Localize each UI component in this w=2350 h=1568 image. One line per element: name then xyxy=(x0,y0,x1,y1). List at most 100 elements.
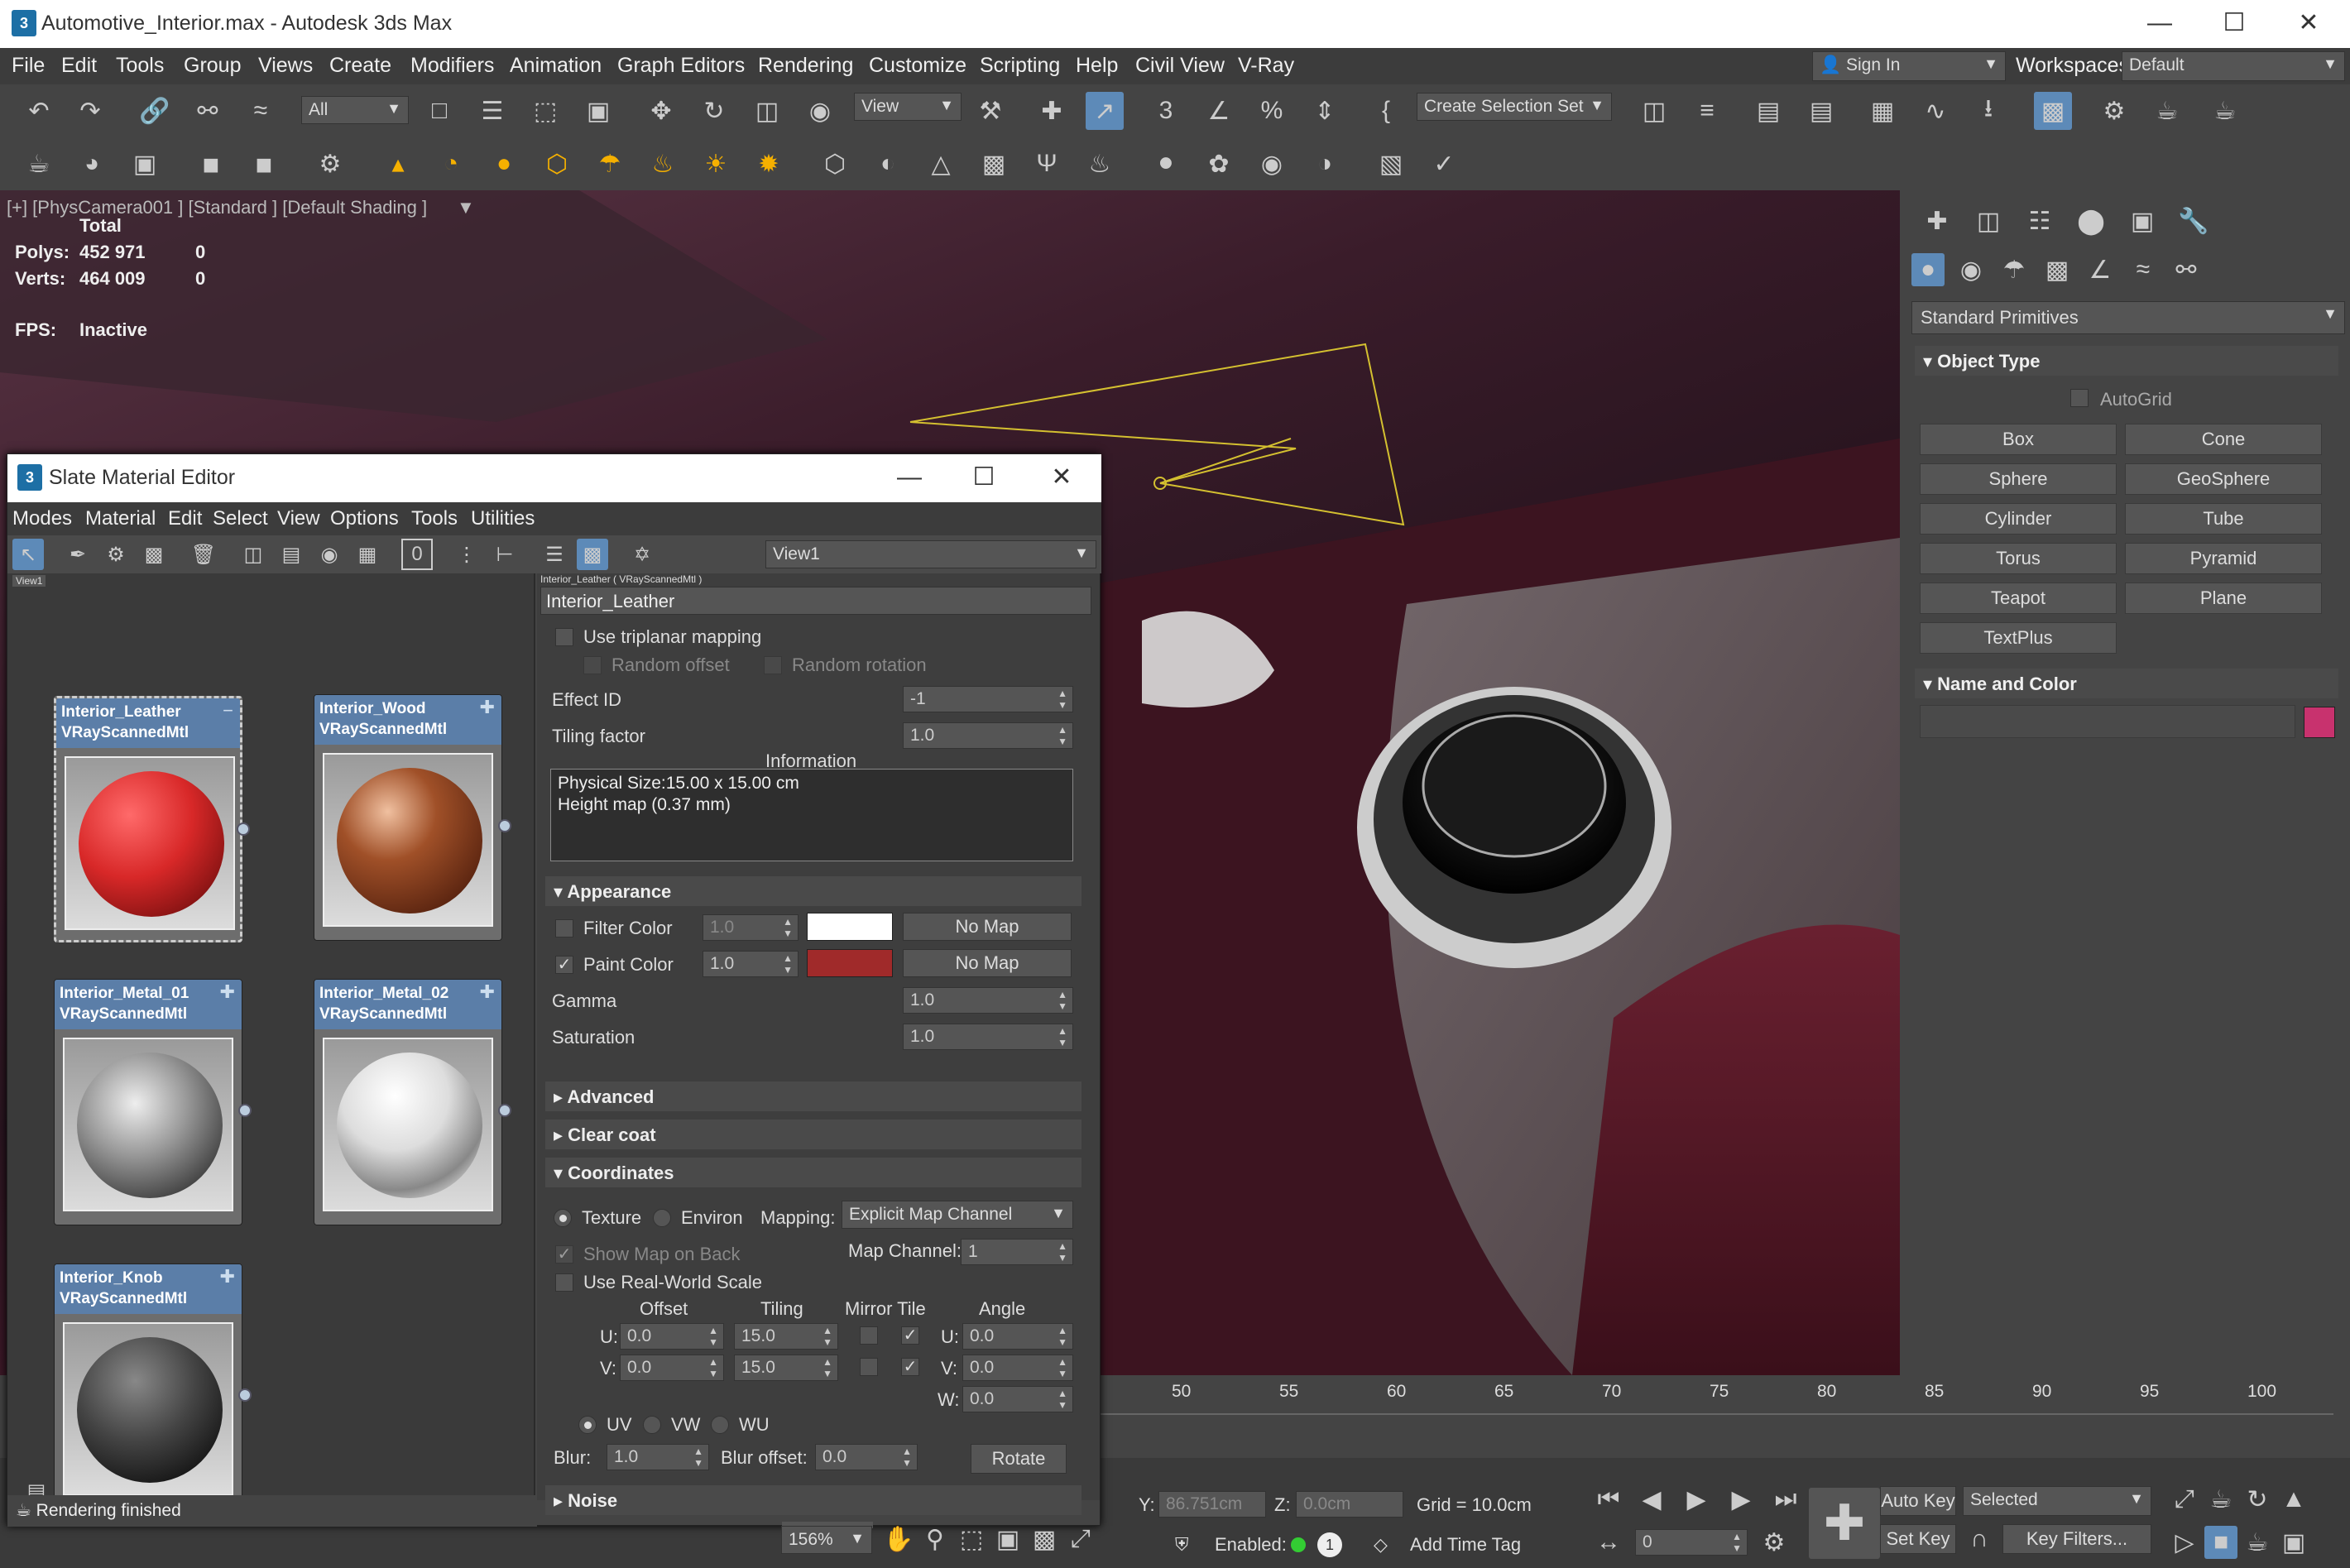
layout-children-icon[interactable]: ⊢ xyxy=(489,539,520,570)
clear-coat-rollout[interactable]: ▸ Clear coat xyxy=(545,1120,1081,1149)
material-name-field[interactable]: Interior_Leather xyxy=(540,587,1091,615)
layout-all-vertical-icon[interactable]: ⋮ xyxy=(451,539,482,570)
sme-menu-view[interactable]: View xyxy=(277,507,320,530)
spinner-snap-icon[interactable]: ⇕ xyxy=(1306,92,1344,130)
delete-icon[interactable]: 🗑 xyxy=(188,539,219,570)
vray-bake-icon[interactable]: ▧ xyxy=(1372,145,1410,183)
next-frame-icon[interactable]: ▶ xyxy=(1724,1483,1758,1516)
mapping-dropdown[interactable]: Explicit Map Channel ▼ xyxy=(842,1201,1073,1229)
z-coordinate-field[interactable]: 0.0cm xyxy=(1296,1491,1403,1518)
cameras-icon[interactable]: ▩ xyxy=(2041,253,2074,286)
shapes-icon[interactable]: ◉ xyxy=(1954,253,1988,286)
current-frame-field[interactable]: 0 ▲ ▼ xyxy=(1635,1529,1748,1556)
filter-no-map-button[interactable]: No Map xyxy=(903,913,1072,941)
show-background-icon[interactable]: ▦ xyxy=(352,539,383,570)
vray-lister-icon[interactable]: ◾ xyxy=(192,145,230,183)
random-offset-checkbox[interactable] xyxy=(583,656,602,674)
workspaces-dropdown[interactable]: Default ▼ xyxy=(2122,51,2345,81)
menu-scripting[interactable]: Scripting xyxy=(980,54,1060,78)
put-to-scene-icon[interactable]: ⚙ xyxy=(100,539,132,570)
selection-filter-dropdown[interactable]: All ▼ xyxy=(301,96,409,124)
add-time-tag-label[interactable]: Add Time Tag xyxy=(1410,1534,1521,1556)
zoom-extents-all-icon[interactable]: ▩ xyxy=(1028,1522,1061,1556)
mirror-icon[interactable]: ◫ xyxy=(1635,92,1673,130)
v-mirror-checkbox[interactable] xyxy=(860,1358,878,1376)
maximize-toggle-icon[interactable]: ▲ xyxy=(2277,1483,2310,1516)
paint-color-checkbox[interactable]: ✓ xyxy=(555,956,573,974)
pyramid-button[interactable]: Pyramid xyxy=(2125,543,2322,574)
information-textbox[interactable]: Physical Size:15.00 x 15.00 cm Height ma… xyxy=(550,769,1073,861)
sme-menu-options[interactable]: Options xyxy=(330,507,399,530)
object-name-field[interactable] xyxy=(1920,705,2295,738)
w-angle-spinner[interactable]: 0.0 ▲ ▼ xyxy=(962,1386,1073,1412)
paint-no-map-button[interactable]: No Map xyxy=(903,949,1072,977)
lights-icon[interactable]: ☂ xyxy=(1998,253,2031,286)
toggle-ribbon-icon[interactable]: ▦ xyxy=(1863,92,1902,130)
filter-color-amount[interactable]: 1.0 ▲ ▼ xyxy=(703,914,799,941)
filter-icon[interactable]: ▼ xyxy=(457,197,475,218)
percent-snap-icon[interactable]: % xyxy=(1253,92,1291,130)
menu-vray[interactable]: V-Ray xyxy=(1238,54,1294,78)
layer-explorer-icon[interactable]: ▤ xyxy=(1802,92,1840,130)
sme-menu-modes[interactable]: Modes xyxy=(12,507,72,530)
keyboard-shortcut-override-icon[interactable]: ↗ xyxy=(1086,92,1124,130)
geometry-icon[interactable]: ● xyxy=(1911,253,1945,286)
rotate-icon[interactable]: ↻ xyxy=(695,92,733,130)
scale-icon[interactable]: ◫ xyxy=(748,92,786,130)
menu-file[interactable]: File xyxy=(12,54,45,78)
assign-material-icon[interactable]: ▩ xyxy=(138,539,170,570)
map-channel-spinner[interactable]: 1 ▲ ▼ xyxy=(961,1239,1073,1265)
vray-render-icon[interactable]: ☕ xyxy=(20,145,58,183)
rendered-frame-window-icon[interactable]: ☕ xyxy=(2148,92,2186,130)
pick-material-icon[interactable]: ✒ xyxy=(62,539,94,570)
sme-menu-utilities[interactable]: Utilities xyxy=(471,507,535,530)
wu-radio[interactable] xyxy=(711,1416,729,1434)
vray-convert-scene-icon[interactable]: ◑ xyxy=(1306,145,1344,183)
play-icon[interactable]: ▶ xyxy=(1680,1483,1713,1516)
display-tab-icon[interactable]: ▣ xyxy=(2123,202,2161,240)
move-icon[interactable]: ✥ xyxy=(642,92,680,130)
angle-snap-icon[interactable]: ∠ xyxy=(1200,92,1238,130)
object-color-swatch[interactable] xyxy=(2304,707,2335,738)
sme-menu-material[interactable]: Material xyxy=(85,507,156,530)
vray-ipr-icon[interactable]: ◕ xyxy=(73,145,111,183)
menu-animation[interactable]: Animation xyxy=(510,54,602,78)
sme-minimize-button[interactable]: — xyxy=(876,459,942,497)
u-tile-checkbox[interactable]: ✓ xyxy=(901,1326,919,1345)
zoom-extents-icon[interactable]: ⤢ xyxy=(2168,1483,2201,1516)
scene-explorer-icon[interactable]: ▤ xyxy=(1749,92,1787,130)
output-port[interactable] xyxy=(238,1388,252,1402)
expand-icon[interactable]: ✚ xyxy=(220,1266,235,1287)
view-dropdown[interactable]: View1 ▼ xyxy=(765,540,1096,568)
vray-mesh-light-icon[interactable]: ⬡ xyxy=(538,145,576,183)
vray-camera-icon[interactable]: ⚙ xyxy=(311,145,349,183)
set-key-button[interactable]: Set Key xyxy=(1880,1524,1956,1554)
autogrid-checkbox[interactable] xyxy=(2070,389,2089,407)
snaps-toggle-icon[interactable]: 3 xyxy=(1147,92,1185,130)
menu-rendering[interactable]: Rendering xyxy=(758,54,853,78)
vray-ies-light-icon[interactable]: ☂ xyxy=(591,145,629,183)
utilities-tab-icon[interactable]: 🔧 xyxy=(2175,202,2213,240)
menu-customize[interactable]: Customize xyxy=(869,54,966,78)
rectangular-selection-icon[interactable]: ⬚ xyxy=(526,92,564,130)
view-tab[interactable]: View1 xyxy=(12,575,46,587)
edit-named-selection-icon[interactable]: { xyxy=(1367,92,1405,130)
go-to-start-icon[interactable]: ⏮ xyxy=(1592,1483,1625,1516)
show-map-on-back-checkbox[interactable]: ✓ xyxy=(555,1245,573,1264)
filter-color-swatch[interactable] xyxy=(807,913,893,941)
expand-icon[interactable]: ✚ xyxy=(220,981,235,1003)
set-key-big-icon[interactable]: ✚ xyxy=(1809,1488,1880,1559)
shield-icon[interactable]: ⛨ xyxy=(1175,1534,1189,1556)
menu-modifiers[interactable]: Modifiers xyxy=(410,54,494,78)
plane-button[interactable]: Plane xyxy=(2125,583,2322,614)
move-children-icon[interactable]: ◫ xyxy=(237,539,269,570)
name-and-color-rollout[interactable]: ▾ Name and Color xyxy=(1915,669,2338,698)
place-icon[interactable]: ◉ xyxy=(801,92,839,130)
orbit-icon[interactable]: ↻ xyxy=(2241,1483,2274,1516)
select-by-name-icon[interactable]: ☰ xyxy=(473,92,511,130)
key-mode-icon[interactable]: ↔ xyxy=(1592,1526,1625,1559)
vray-proxy-icon[interactable]: ⬡ xyxy=(816,145,854,183)
select-manipulate-icon[interactable]: ✚ xyxy=(1033,92,1071,130)
sme-select-tool-icon[interactable]: ↖ xyxy=(12,539,44,570)
tiling-factor-spinner[interactable]: 1.0 ▲ ▼ xyxy=(903,722,1073,749)
